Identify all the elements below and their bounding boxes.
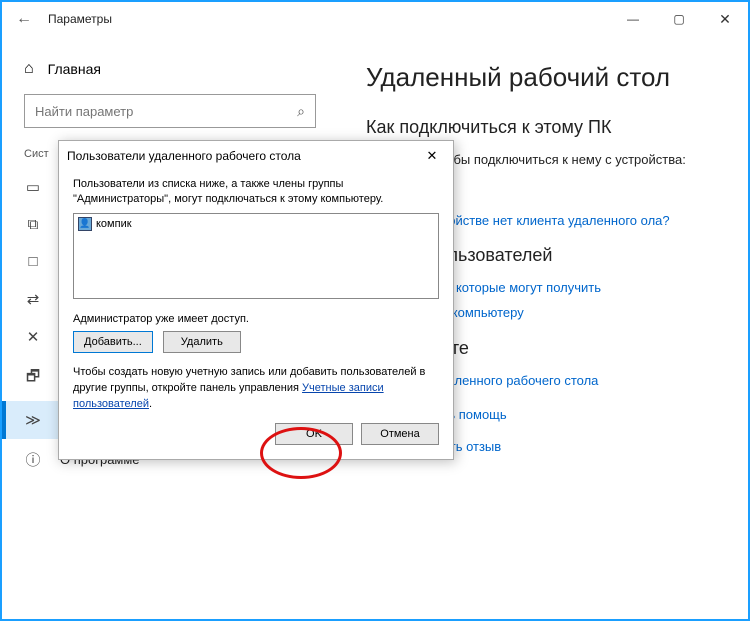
titlebar: ← Параметры — ▢ ✕ bbox=[2, 2, 748, 36]
user-listbox[interactable]: 👤 компик bbox=[73, 213, 439, 299]
search-icon: ⌕ bbox=[297, 103, 305, 120]
dialog-title: Пользователи удаленного рабочего стола bbox=[67, 149, 419, 163]
minimize-button[interactable]: — bbox=[610, 2, 656, 36]
add-button[interactable]: Добавить... bbox=[73, 331, 153, 353]
window-title: Параметры bbox=[40, 12, 610, 26]
back-button[interactable]: ← bbox=[16, 10, 40, 28]
remote-desktop-icon: ≫ bbox=[24, 411, 42, 429]
about-icon: ⓘ bbox=[24, 449, 42, 470]
home-icon: ⌂ bbox=[24, 60, 34, 78]
tablet-icon: □ bbox=[24, 253, 42, 270]
admin-note: Администратор уже имеет доступ. bbox=[73, 313, 439, 325]
subhead-connect: Как подключиться к этому ПК bbox=[366, 117, 720, 138]
user-icon: 👤 bbox=[78, 217, 92, 231]
page-title: Удаленный рабочий стол bbox=[366, 62, 720, 93]
user-list-item[interactable]: 👤 компик bbox=[76, 216, 436, 232]
dialog-close-button[interactable]: ✕ bbox=[419, 145, 445, 167]
shared-icon: ✕ bbox=[24, 328, 42, 346]
remote-users-dialog: Пользователи удаленного рабочего стола ✕… bbox=[58, 140, 454, 460]
search-input[interactable] bbox=[35, 104, 297, 119]
cancel-button[interactable]: Отмена bbox=[361, 423, 439, 445]
search-box[interactable]: ⌕ bbox=[24, 94, 316, 128]
maximize-button[interactable]: ▢ bbox=[656, 2, 702, 36]
remove-button[interactable]: Удалить bbox=[163, 331, 241, 353]
projecting-icon: ⇄ bbox=[24, 290, 42, 308]
clipboard-icon: 🗗 bbox=[24, 366, 42, 391]
ok-button[interactable]: OK bbox=[275, 423, 353, 445]
home-label: Главная bbox=[48, 61, 101, 77]
dialog-description: Пользователи из списка ниже, а также чле… bbox=[73, 177, 439, 207]
display-icon: ▭ bbox=[24, 178, 42, 196]
close-button[interactable]: ✕ bbox=[702, 2, 748, 36]
create-account-note: Чтобы создать новую учетную запись или д… bbox=[73, 365, 439, 413]
multitask-icon: ⧉ bbox=[24, 216, 42, 233]
sidebar-home[interactable]: ⌂ Главная bbox=[2, 54, 338, 94]
user-name: компик bbox=[96, 218, 132, 230]
